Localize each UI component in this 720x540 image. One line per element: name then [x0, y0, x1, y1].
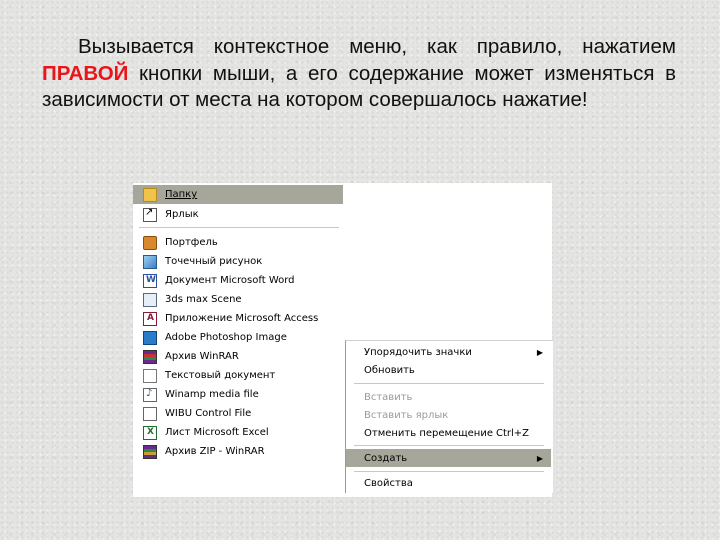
- menu-separator: [354, 471, 544, 472]
- submenu-item-shortcut[interactable]: Ярлык: [133, 205, 343, 224]
- context-menu-screenshot: Папку Ярлык Портфель Точечный рисунок До…: [133, 183, 553, 497]
- slide-text: Вызывается контекстное меню, как правило…: [42, 34, 676, 114]
- submenu-item-text-document[interactable]: Текстовый документ: [133, 366, 343, 385]
- menu-item-label: Упорядочить значки: [364, 346, 472, 358]
- menu-item-label: Вставить: [364, 391, 413, 403]
- submenu-item-access[interactable]: Приложение Microsoft Access: [133, 309, 343, 328]
- submenu-item-bitmap[interactable]: Точечный рисунок: [133, 252, 343, 271]
- menu-item-new[interactable]: Создать ▶: [346, 449, 551, 467]
- submenu-item-label: Точечный рисунок: [165, 256, 263, 267]
- winrar-icon: [143, 349, 157, 364]
- menu-item-undo-move[interactable]: Отменить перемещение Ctrl+Z: [346, 424, 551, 442]
- submenu-arrow-icon: ▶: [536, 453, 543, 463]
- slide-text-part-2: кнопки мыши, а его содержание может изме…: [42, 61, 676, 112]
- submenu-item-wibu[interactable]: WIBU Control File: [133, 404, 343, 423]
- wibu-icon: [143, 406, 157, 421]
- menu-item-arrange-icons[interactable]: Упорядочить значки ▶: [346, 343, 551, 361]
- submenu-item-label: Папку: [165, 189, 198, 200]
- menu-item-refresh[interactable]: Обновить: [346, 361, 551, 379]
- new-submenu: Папку Ярлык Портфель Точечный рисунок До…: [133, 183, 345, 467]
- submenu-item-winamp[interactable]: Winamp media file: [133, 385, 343, 404]
- menu-item-label: Вставить ярлык: [364, 409, 449, 421]
- menu-separator: [354, 383, 544, 384]
- 3ds-max-icon: [143, 292, 157, 307]
- photoshop-icon: [143, 330, 157, 345]
- access-icon: [143, 311, 157, 326]
- excel-icon: [143, 425, 157, 440]
- keyboard-shortcut: Ctrl+Z: [496, 427, 530, 439]
- menu-item-label: Создать: [364, 452, 408, 464]
- submenu-arrow-icon: ▶: [536, 347, 543, 357]
- submenu-item-zip-archive[interactable]: Архив ZIP - WinRAR: [133, 442, 343, 461]
- menu-item-paste-shortcut[interactable]: Вставить ярлык: [346, 406, 551, 424]
- shortcut-icon: [143, 207, 157, 222]
- menu-separator: [354, 445, 544, 446]
- submenu-item-label: Приложение Microsoft Access: [165, 313, 319, 324]
- submenu-item-winrar[interactable]: Архив WinRAR: [133, 347, 343, 366]
- menu-item-paste[interactable]: Вставить: [346, 388, 551, 406]
- menu-item-label: Свойства: [364, 477, 413, 489]
- menu-item-properties[interactable]: Свойства: [346, 474, 551, 492]
- menu-item-label: Обновить: [364, 364, 415, 376]
- submenu-item-3ds-max-scene[interactable]: 3ds max Scene: [133, 290, 343, 309]
- submenu-item-label: Лист Microsoft Excel: [165, 427, 269, 438]
- word-document-icon: [143, 273, 157, 288]
- submenu-item-label: Портфель: [165, 237, 218, 248]
- menu-item-label: Отменить перемещение: [364, 427, 493, 439]
- slide-text-highlight: ПРАВОЙ: [42, 61, 129, 85]
- submenu-item-excel[interactable]: Лист Microsoft Excel: [133, 423, 343, 442]
- submenu-item-label: Ярлык: [165, 209, 199, 220]
- submenu-item-label: Архив ZIP - WinRAR: [165, 446, 265, 457]
- text-document-icon: [143, 368, 157, 383]
- bitmap-icon: [143, 254, 157, 269]
- submenu-item-photoshop[interactable]: Adobe Photoshop Image: [133, 328, 343, 347]
- winamp-icon: [143, 387, 157, 402]
- submenu-item-briefcase[interactable]: Портфель: [133, 233, 343, 252]
- submenu-item-label: 3ds max Scene: [165, 294, 242, 305]
- zip-archive-icon: [143, 444, 157, 459]
- briefcase-icon: [143, 235, 157, 250]
- submenu-item-label: Adobe Photoshop Image: [165, 332, 287, 343]
- slide-text-part-1: Вызывается контекстное меню, как правило…: [78, 35, 676, 58]
- submenu-item-label: Документ Microsoft Word: [165, 275, 295, 286]
- submenu-item-folder[interactable]: Папку: [133, 185, 343, 204]
- submenu-item-word-document[interactable]: Документ Microsoft Word: [133, 271, 343, 290]
- submenu-item-label: WIBU Control File: [165, 408, 252, 419]
- submenu-item-label: Архив WinRAR: [165, 351, 239, 362]
- submenu-separator: [139, 227, 339, 228]
- desktop-context-menu: Упорядочить значки ▶ Обновить Вставить Вс…: [345, 340, 553, 493]
- submenu-item-label: Winamp media file: [165, 389, 259, 400]
- submenu-item-label: Текстовый документ: [165, 370, 276, 381]
- folder-icon: [143, 187, 157, 202]
